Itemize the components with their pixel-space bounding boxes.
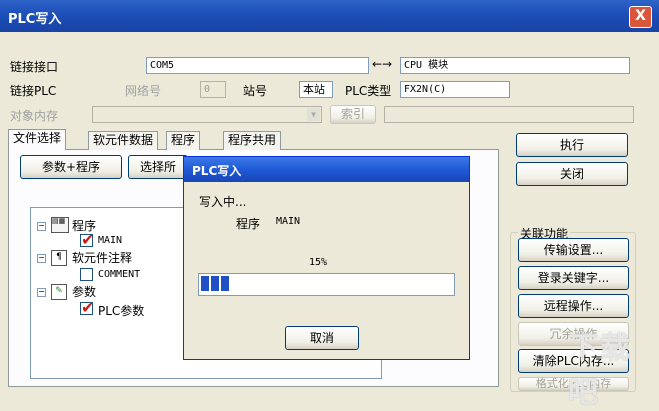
watermark: 下载吧	[568, 331, 632, 410]
index-button[interactable]: 索引	[330, 105, 376, 124]
close-icon[interactable]: X	[629, 6, 652, 28]
plc-param-checkbox[interactable]: ✔	[80, 300, 94, 316]
param-program-button[interactable]: 参数+程序	[20, 155, 122, 179]
register-keyword-button[interactable]: 登录关键字...	[518, 266, 629, 290]
chevron-down-icon[interactable]: ▼	[307, 108, 320, 121]
station-label: 站号	[243, 84, 268, 98]
tree-plc-param-label: PLC参数	[98, 304, 145, 318]
network-field[interactable]: 0	[200, 81, 226, 98]
plc-label: 链接PLC	[10, 84, 57, 98]
program-icon: ▤▦	[51, 217, 69, 233]
close-button[interactable]: 关闭	[516, 162, 628, 186]
progress-segment	[221, 276, 229, 291]
index-field[interactable]	[384, 106, 634, 123]
comment-icon: ¶	[51, 250, 67, 266]
interface-field[interactable]: COM5	[146, 57, 369, 74]
comment-checkbox[interactable]	[80, 268, 93, 281]
parameter-icon: ✎	[51, 284, 67, 300]
title-bar: PLC写入 X	[0, 0, 659, 32]
collapse-icon[interactable]: −	[37, 288, 46, 297]
network-label: 网络号	[125, 84, 162, 98]
window-title: PLC写入	[8, 12, 62, 27]
progress-segment	[211, 276, 219, 291]
target-memory-label: 对象内存	[10, 109, 59, 123]
plc-type-field[interactable]: FX2N(C)	[400, 81, 510, 98]
dialog-title: PLC写入	[192, 164, 242, 178]
tab-program[interactable]: 程序	[166, 131, 201, 150]
interface-label: 链接接口	[10, 60, 59, 74]
tree-comment-label: COMMENT	[98, 269, 141, 280]
write-progress-dialog: PLC写入 写入中... 程序 MAIN 15% 取消	[183, 156, 470, 360]
dialog-title-bar: PLC写入	[184, 157, 469, 182]
remote-operation-button[interactable]: 远程操作...	[518, 294, 629, 318]
percent-text: 15%	[309, 257, 328, 268]
progress-fill	[201, 276, 231, 293]
tab-file-select[interactable]: 文件选择	[8, 129, 67, 150]
arrow-icon: ←→	[372, 57, 393, 71]
dialog-program-label: 程序	[236, 217, 261, 231]
collapse-icon[interactable]: −	[37, 222, 46, 231]
transfer-setup-button[interactable]: 传输设置...	[518, 238, 629, 262]
main-checkbox[interactable]: ✔	[80, 232, 94, 248]
cancel-button[interactable]: 取消	[285, 326, 359, 350]
station-field[interactable]: 本站	[299, 81, 333, 98]
progress-segment	[201, 276, 209, 291]
tab-program-common[interactable]: 程序共用	[223, 131, 282, 150]
tab-device-data[interactable]: 软元件数据	[88, 131, 159, 150]
execute-button[interactable]: 执行	[516, 133, 628, 157]
plc-type-label: PLC类型	[345, 84, 392, 98]
cpu-module-field: CPU 模块	[400, 57, 630, 74]
tree-device-comment-label: 软元件注释	[72, 251, 133, 265]
progress-bar	[198, 273, 455, 296]
tree-main-label: MAIN	[98, 235, 123, 246]
target-memory-select[interactable]: ▼	[92, 106, 322, 123]
collapse-icon[interactable]: −	[37, 254, 46, 263]
dialog-program-name: MAIN	[276, 216, 301, 227]
select-all-button[interactable]: 选择所	[128, 155, 188, 179]
writing-status: 写入中...	[199, 195, 247, 209]
